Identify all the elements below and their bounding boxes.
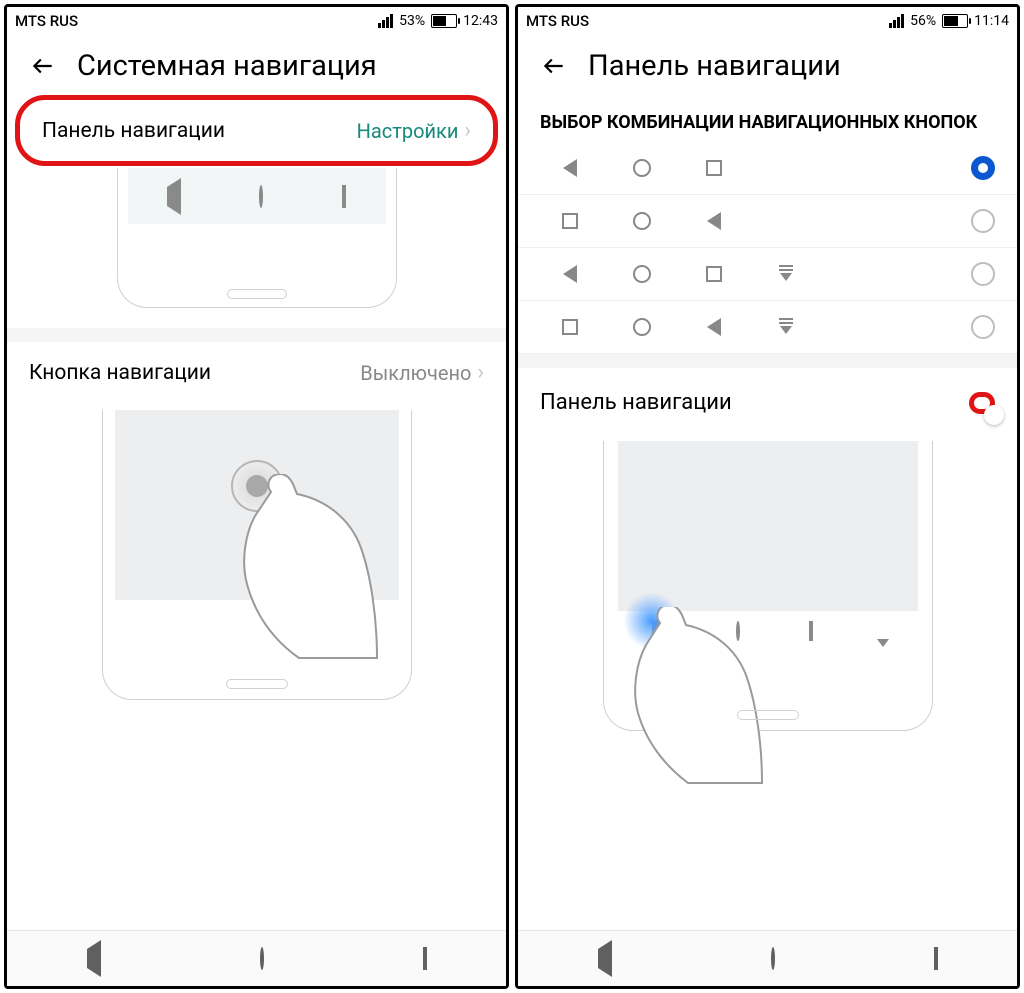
combo-option-1[interactable] (518, 195, 1017, 248)
nav-recent-icon[interactable] (423, 949, 427, 968)
back-button[interactable] (540, 52, 568, 80)
status-bar: MTS RUS 53% 12:43 (7, 7, 506, 35)
home-icon (606, 318, 678, 336)
chevron-right-icon: › (464, 118, 471, 143)
battery-icon (942, 14, 968, 28)
battery-percent: 56% (910, 13, 936, 29)
recent-icon (678, 266, 750, 282)
status-time: 12:43 (463, 13, 498, 29)
recent-icon (809, 623, 813, 639)
phone-home-indicator (226, 679, 288, 689)
screen-system-navigation: MTS RUS 53% 12:43 Системная навигация Па… (4, 4, 509, 989)
phone-home-indicator (737, 710, 799, 720)
back-icon (678, 212, 750, 230)
nav-panel-row[interactable]: Панель навигации Настройки › (15, 95, 498, 166)
nav-home-icon[interactable] (771, 949, 775, 968)
section-divider (7, 328, 506, 342)
drawer-icon (750, 265, 822, 283)
home-icon (606, 265, 678, 283)
page-title: Системная навигация (77, 49, 377, 83)
nav-panel-toggle-row: Панель навигации (518, 368, 1017, 437)
signal-icon (378, 14, 393, 28)
back-icon (678, 318, 750, 336)
page-header: Системная навигация (7, 35, 506, 93)
screen-nav-panel: MTS RUS 56% 11:14 Панель навигации ВЫБОР… (515, 4, 1020, 989)
system-nav-bar (518, 930, 1017, 986)
status-carrier: MTS RUS (526, 12, 889, 30)
status-carrier: MTS RUS (15, 12, 378, 30)
radio-button[interactable] (971, 209, 995, 233)
nav-button-label: Кнопка навигации (29, 361, 211, 385)
page-header: Панель навигации (518, 35, 1017, 93)
radio-button[interactable] (971, 156, 995, 180)
phone-home-indicator (227, 289, 287, 299)
combo-option-2[interactable] (518, 248, 1017, 301)
nav-panel-preview (7, 168, 506, 328)
back-icon (167, 187, 181, 206)
home-icon (259, 187, 263, 206)
back-button[interactable] (29, 52, 57, 80)
radio-button[interactable] (971, 262, 995, 286)
status-time: 11:14 (974, 13, 1009, 29)
drawer-icon (750, 318, 822, 336)
nav-back-icon[interactable] (87, 949, 101, 968)
hand-icon (616, 607, 776, 807)
recent-icon (534, 213, 606, 229)
system-nav-bar (7, 930, 506, 986)
nav-home-icon[interactable] (260, 949, 264, 968)
recent-icon (342, 187, 346, 206)
nav-back-icon[interactable] (598, 949, 612, 968)
nav-panel-label: Панель навигации (42, 119, 225, 143)
nav-button-row[interactable]: Кнопка навигации Выключено › (7, 342, 506, 404)
battery-icon (431, 14, 457, 28)
battery-percent: 53% (399, 13, 425, 29)
section-divider (518, 354, 1017, 368)
hand-icon (221, 474, 391, 684)
nav-panel-preview (518, 437, 1017, 771)
toggle-highlight (969, 392, 995, 414)
nav-panel-value: Настройки (357, 119, 459, 143)
combo-option-0[interactable] (518, 142, 1017, 195)
signal-icon (889, 14, 904, 28)
nav-recent-icon[interactable] (934, 949, 938, 968)
toggle-label: Панель навигации (540, 390, 732, 415)
nav-button-value: Выключено (360, 361, 471, 385)
status-bar: MTS RUS 56% 11:14 (518, 7, 1017, 35)
recent-icon (678, 160, 750, 176)
nav-button-preview (7, 404, 506, 720)
page-title: Панель навигации (588, 49, 841, 83)
chevron-right-icon: › (477, 360, 484, 385)
combo-option-3[interactable] (518, 301, 1017, 354)
back-icon (534, 265, 606, 283)
home-icon (606, 159, 678, 177)
back-icon (534, 159, 606, 177)
home-icon (606, 212, 678, 230)
radio-button[interactable] (971, 315, 995, 339)
section-header: ВЫБОР КОМБИНАЦИИ НАВИГАЦИОННЫХ КНОПОК (518, 93, 1017, 142)
recent-icon (534, 319, 606, 335)
